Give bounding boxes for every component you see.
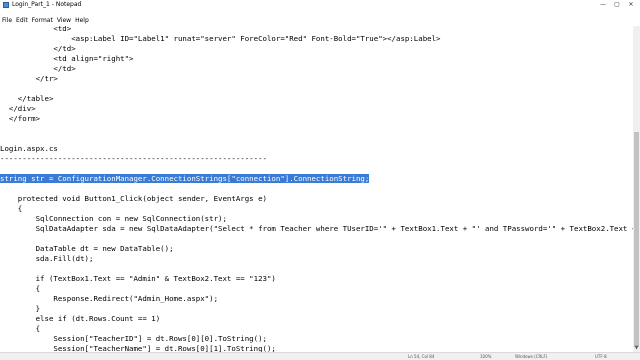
code-text: { <box>0 204 23 213</box>
menu-file[interactable]: File <box>2 16 12 25</box>
code-text: <td align="right"> <box>0 54 134 63</box>
code-text: protected void Button1_Click(object send… <box>0 194 267 203</box>
menu-help[interactable]: Help <box>75 16 89 25</box>
maximize-button[interactable]: ▢ <box>610 0 624 10</box>
code-line: </table> <box>0 94 54 104</box>
code-line: </td> <box>0 44 76 54</box>
code-line: else if (dt.Rows.Count == 1) <box>0 314 161 324</box>
code-text: { <box>0 324 41 333</box>
code-line: </form> <box>0 114 40 124</box>
code-line: <asp:Label ID="Label1" runat="server" Fo… <box>0 34 441 44</box>
zoom-level: 100% <box>480 354 492 359</box>
encoding: UTF-8 <box>595 354 607 359</box>
code-text: Response.Redirect("Admin_Home.aspx"); <box>0 294 219 303</box>
code-line: </tr> <box>0 74 58 84</box>
title-bar[interactable]: Login_Part_1 - Notepad — ▢ ✕ <box>0 0 640 10</box>
code-text: Session["TeacherID"] = dt.Rows[0][0].ToS… <box>0 334 267 343</box>
code-line: string str = ConfigurationManager.Connec… <box>0 174 370 184</box>
code-line: DataTable dt = new DataTable(); <box>0 244 174 254</box>
cursor-position: Ln 54, Col 84 <box>408 354 435 359</box>
code-line: { <box>0 324 40 334</box>
code-line: </td> <box>0 64 76 74</box>
code-text: </td> <box>0 64 76 73</box>
code-text: sda.Fill(dt); <box>0 254 94 263</box>
code-line: SqlConnection con = new SqlConnection(st… <box>0 214 227 224</box>
code-line: sda.Fill(dt); <box>0 254 94 264</box>
code-text: DataTable dt = new DataTable(); <box>0 244 174 253</box>
menu-view[interactable]: View <box>57 16 71 25</box>
selected-text: string str = ConfigurationManager.Connec… <box>0 174 370 183</box>
code-text: Login.aspx.cs <box>0 144 58 153</box>
code-text: <td> <box>0 26 72 33</box>
code-line: ----------------------------------------… <box>0 154 267 164</box>
menu-bar: File Edit Format View Help <box>0 16 640 25</box>
minimize-button[interactable]: — <box>596 0 610 10</box>
scroll-down-arrow-icon[interactable]: ▼ <box>633 345 640 352</box>
code-line: Session["TeacherName"] = dt.Rows[0][1].T… <box>0 344 276 352</box>
menu-edit[interactable]: Edit <box>16 16 28 25</box>
code-text: SqlConnection con = new SqlConnection(st… <box>0 214 227 223</box>
code-text: Session["TeacherName"] = dt.Rows[0][1].T… <box>0 344 276 352</box>
code-text: </form> <box>0 114 41 123</box>
notepad-window: Login_Part_1 - Notepad — ▢ ✕ File Edit F… <box>0 0 640 360</box>
code-line: Login.aspx.cs <box>0 144 58 154</box>
window-controls: — ▢ ✕ <box>596 0 638 10</box>
code-text: </div> <box>0 104 36 113</box>
code-line: SqlDataAdapter sda = new SqlDataAdapter(… <box>0 224 633 234</box>
code-line: Response.Redirect("Admin_Home.aspx"); <box>0 294 218 304</box>
code-text: } <box>0 304 41 313</box>
code-line: </div> <box>0 104 36 114</box>
code-line: { <box>0 204 22 214</box>
code-text: ----------------------------------------… <box>0 154 267 163</box>
line-ending: Windows (CRLF) <box>515 354 548 359</box>
scrollbar-thumb[interactable] <box>634 132 639 347</box>
code-text: { <box>0 284 41 293</box>
code-line: { <box>0 284 40 294</box>
status-bar: Ln 54, Col 84 100% Windows (CRLF) UTF-8 <box>0 352 640 360</box>
code-line: protected void Button1_Click(object send… <box>0 194 267 204</box>
code-text: <asp:Label ID="Label1" runat="server" Fo… <box>0 34 441 43</box>
code-text: SqlDataAdapter sda = new SqlDataAdapter(… <box>0 224 633 233</box>
text-editor-area[interactable]: <td> <asp:Label ID="Label1" runat="serve… <box>0 26 633 352</box>
code-line: <td> <box>0 26 71 34</box>
menu-format[interactable]: Format <box>32 16 53 25</box>
code-line: } <box>0 304 40 314</box>
code-text: </table> <box>0 94 54 103</box>
code-text: if (TextBox1.Text == "Admin" & TextBox2.… <box>0 274 276 283</box>
vertical-scrollbar[interactable]: ▼ <box>633 26 640 352</box>
code-text: </td> <box>0 44 76 53</box>
code-line: if (TextBox1.Text == "Admin" & TextBox2.… <box>0 274 276 284</box>
close-button[interactable]: ✕ <box>624 0 638 10</box>
window-title: Login_Part_1 - Notepad <box>12 1 82 8</box>
code-text: else if (dt.Rows.Count == 1) <box>0 314 161 323</box>
notepad-icon <box>3 2 9 8</box>
code-line: Session["TeacherID"] = dt.Rows[0][0].ToS… <box>0 334 267 344</box>
code-text: </tr> <box>0 74 58 83</box>
code-line: <td align="right"> <box>0 54 134 64</box>
